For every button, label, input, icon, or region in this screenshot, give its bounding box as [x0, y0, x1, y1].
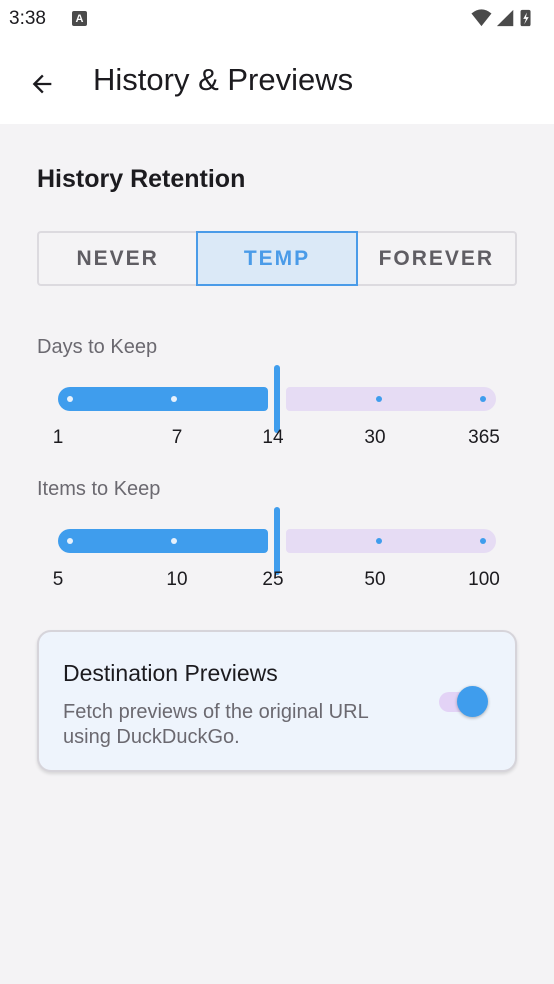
slider-tick: [171, 396, 177, 402]
slider-tick: [67, 396, 73, 402]
toggle-thumb: [457, 686, 488, 717]
retention-option-forever[interactable]: FOREVER: [357, 231, 517, 286]
slider-active-track: [58, 529, 268, 553]
status-time: 3:38: [9, 8, 46, 29]
retention-option-temp[interactable]: TEMP: [196, 231, 358, 286]
page-title: History & Previews: [93, 62, 354, 97]
history-retention-title: History Retention: [37, 165, 246, 193]
slider-tick: [480, 396, 486, 402]
slider-tick: [67, 538, 73, 544]
slider-inactive-track: [286, 529, 496, 553]
back-button[interactable]: [22, 64, 62, 104]
wifi-icon: [471, 9, 492, 27]
days-tick-label: 365: [468, 427, 500, 448]
slider-tick: [171, 538, 177, 544]
slider-inactive-track: [286, 387, 496, 411]
items-tick-label: 25: [262, 569, 284, 590]
destination-previews-title: Destination Previews: [63, 660, 278, 686]
slider-tick: [480, 538, 486, 544]
app-bar: History & Previews: [0, 40, 554, 124]
cellular-signal-icon: [496, 9, 514, 27]
days-to-keep-label: Days to Keep: [37, 336, 158, 358]
status-indicators-icon: [471, 9, 531, 27]
retention-option-never[interactable]: NEVER: [37, 231, 197, 286]
days-tick-label: 14: [262, 427, 284, 448]
slider-active-track: [58, 387, 268, 411]
days-tick-label: 7: [171, 427, 183, 448]
items-tick-label: 5: [52, 569, 64, 590]
items-to-keep-slider[interactable]: [58, 507, 498, 575]
destination-previews-toggle[interactable]: [437, 684, 491, 718]
destination-previews-card: Destination Previews Fetch previews of t…: [37, 630, 517, 772]
arrow-left-icon: [32, 74, 52, 94]
days-to-keep-slider[interactable]: [58, 365, 498, 433]
slider-tick: [376, 538, 382, 544]
retention-segmented-control: NEVER TEMP FOREVER: [37, 231, 517, 286]
status-bar: 3:38 A: [0, 0, 554, 40]
notification-icon: A: [72, 11, 87, 26]
slider-thumb[interactable]: [274, 507, 280, 575]
slider-thumb[interactable]: [274, 365, 280, 433]
destination-previews-description: Fetch previews of the original URL using…: [63, 701, 368, 748]
items-to-keep-label: Items to Keep: [37, 478, 161, 500]
days-tick-label: 1: [52, 427, 64, 448]
slider-tick: [376, 396, 382, 402]
items-tick-label: 100: [468, 569, 500, 590]
items-tick-label: 10: [166, 569, 188, 590]
days-tick-label: 30: [364, 427, 386, 448]
items-tick-label: 50: [364, 569, 386, 590]
